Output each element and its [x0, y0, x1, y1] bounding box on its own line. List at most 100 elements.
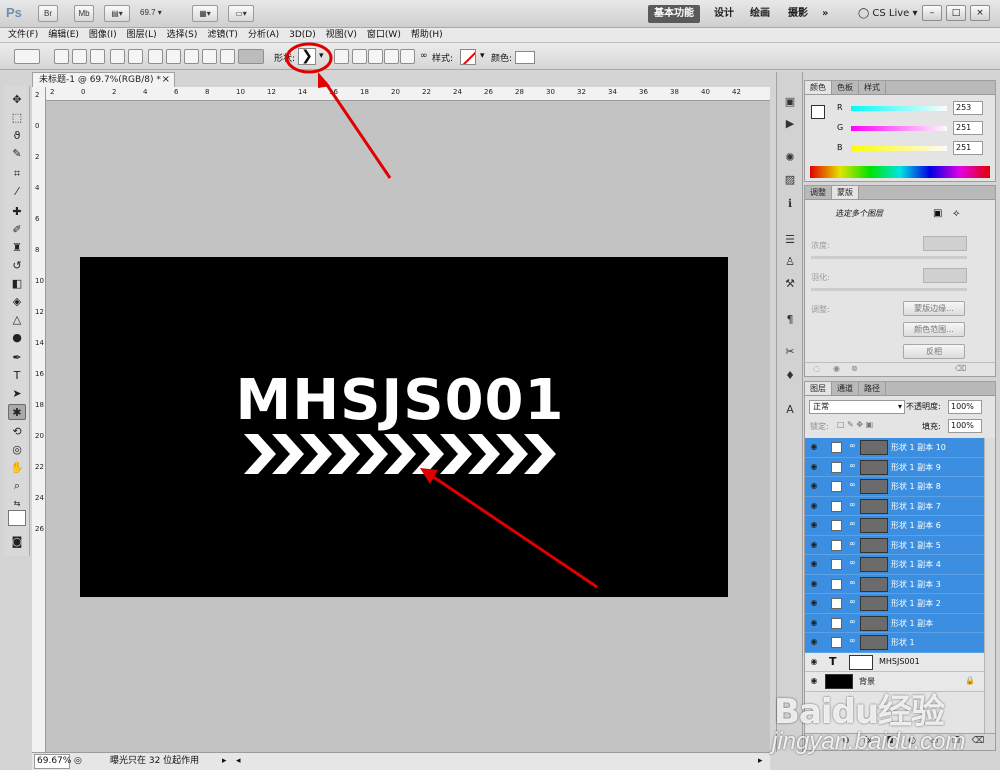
- healing-brush-icon[interactable]: ✚: [8, 204, 26, 220]
- new-layer-mode-icon[interactable]: [334, 49, 349, 64]
- fill-pixels-mode-icon[interactable]: [90, 49, 105, 64]
- tab-styles[interactable]: 样式: [859, 81, 886, 94]
- invert-button[interactable]: 反相: [903, 344, 965, 359]
- load-selection-icon[interactable]: ◌: [813, 364, 820, 373]
- visibility-eye-icon[interactable]: ◉: [807, 618, 821, 629]
- character-panel-icon[interactable]: A: [781, 402, 799, 418]
- actions-panel-icon[interactable]: ▶: [781, 116, 799, 132]
- status-zoom-field[interactable]: 69.67%: [34, 754, 71, 769]
- canvas-text-layer[interactable]: MHSJS001: [80, 368, 728, 433]
- tab-masks[interactable]: 蒙版: [832, 186, 859, 199]
- style-dropdown-icon[interactable]: ▾: [480, 51, 485, 61]
- shape-picker-dropdown-icon[interactable]: ▾: [319, 51, 324, 61]
- shape-fill-thumbnail[interactable]: [831, 598, 842, 609]
- layer-row[interactable]: ◉ ∞ 形状 1 副本 8: [805, 477, 984, 497]
- tab-layers[interactable]: 图层: [805, 382, 832, 395]
- document-tab[interactable]: 未标题-1 @ 69.7%(RGB/8) * ×: [32, 72, 175, 87]
- density-field[interactable]: [923, 236, 967, 251]
- menu-help[interactable]: 帮助(H): [406, 28, 448, 43]
- pen-tool-icon-sidebar[interactable]: ✒: [8, 350, 26, 366]
- intersect-area-icon[interactable]: [384, 49, 399, 64]
- info-panel-icon[interactable]: ℹ: [781, 196, 799, 212]
- 3d-rotate-icon[interactable]: ⟲: [8, 424, 26, 440]
- menu-filter[interactable]: 滤镜(T): [202, 28, 243, 43]
- layer-row[interactable]: ◉ ∞ 形状 1 副本 9: [805, 457, 984, 477]
- dodge-tool-icon[interactable]: ●: [8, 330, 26, 346]
- visibility-eye-icon[interactable]: ◉: [807, 579, 821, 590]
- add-to-area-icon[interactable]: [352, 49, 367, 64]
- feather-field[interactable]: [923, 268, 967, 283]
- stamp-panel-icon[interactable]: ♙: [781, 254, 799, 270]
- close-window-button[interactable]: ×: [970, 5, 990, 21]
- minimize-button[interactable]: –: [922, 5, 942, 21]
- menu-edit[interactable]: 编辑(E): [43, 28, 84, 43]
- color-swatch[interactable]: [515, 51, 535, 64]
- menu-view[interactable]: 视图(V): [321, 28, 362, 43]
- visibility-eye-icon[interactable]: ◉: [807, 598, 821, 609]
- visibility-eye-icon[interactable]: ◉: [807, 540, 821, 551]
- layer-row[interactable]: ◉ ∞ 形状 1 副本 7: [805, 496, 984, 516]
- shape-picker-chevron-icon[interactable]: ❯: [298, 48, 316, 65]
- shape-fill-thumbnail[interactable]: [831, 539, 842, 551]
- color-spectrum-bar[interactable]: [810, 166, 990, 178]
- visibility-eye-icon[interactable]: ◉: [807, 481, 821, 492]
- custom-shape-icon[interactable]: ✱: [8, 404, 26, 420]
- layer-row[interactable]: ◉ ∞ 形状 1 副本 2: [805, 594, 984, 614]
- shape-fill-thumbnail[interactable]: [831, 617, 842, 629]
- workspace-painting[interactable]: 绘画: [744, 5, 776, 23]
- fill-field[interactable]: 100%: [948, 419, 982, 433]
- history-panel-icon[interactable]: ▣: [781, 94, 799, 110]
- layer-row[interactable]: ◉ T MHSJS001: [805, 652, 984, 672]
- visibility-eye-icon[interactable]: ◉: [807, 559, 821, 570]
- foreground-color-swatch[interactable]: [8, 510, 26, 526]
- tools-panel-icon[interactable]: ✂: [781, 344, 799, 360]
- layer-row[interactable]: ◉ ∞ 形状 1 副本: [805, 613, 984, 633]
- workspace-design[interactable]: 设计: [708, 5, 740, 23]
- mini-bridge-button[interactable]: Mb: [74, 5, 94, 22]
- workspace-essentials[interactable]: 基本功能: [648, 5, 700, 23]
- vector-mask-icon[interactable]: ⟡: [953, 208, 960, 219]
- styles-panel-icon[interactable]: ♦: [781, 368, 799, 384]
- brushes-panel-icon[interactable]: ✺: [781, 150, 799, 166]
- 3d-orbit-icon[interactable]: ◎: [8, 442, 26, 458]
- workspace-photography[interactable]: 摄影: [782, 5, 814, 23]
- shape-fill-thumbnail[interactable]: [831, 520, 842, 531]
- tab-adjustments[interactable]: 调整: [805, 186, 832, 199]
- blur-tool-icon[interactable]: △: [8, 312, 26, 328]
- color-range-button[interactable]: 颜色范围...: [903, 322, 965, 337]
- layer-row[interactable]: ◉ ∞ 形状 1 副本 4: [805, 555, 984, 575]
- move-tool-icon[interactable]: ✥: [8, 92, 26, 108]
- paint-bucket-icon[interactable]: ◈: [8, 294, 26, 310]
- document-canvas[interactable]: MHSJS001: [80, 257, 728, 597]
- shape-fill-thumbnail[interactable]: [831, 461, 842, 473]
- tab-color[interactable]: 颜色: [805, 81, 832, 94]
- arrange-documents-button[interactable]: ▦▾: [192, 5, 218, 22]
- visibility-eye-icon[interactable]: ◉: [807, 501, 821, 512]
- density-slider[interactable]: [811, 256, 967, 259]
- exclude-overlap-icon[interactable]: [400, 49, 415, 64]
- visibility-eye-icon[interactable]: ◉: [807, 657, 821, 668]
- zoom-level-select[interactable]: 69.7 ▾: [140, 5, 180, 22]
- type-tool-icon[interactable]: T: [8, 368, 26, 384]
- style-swatch[interactable]: [460, 49, 476, 65]
- shape-fill-thumbnail[interactable]: [831, 578, 842, 590]
- crop-tool-icon[interactable]: ⌗: [8, 166, 26, 182]
- shape-fill-thumbnail[interactable]: [831, 500, 842, 512]
- layer-row[interactable]: ◉ ∞ 形状 1 副本 10: [805, 438, 984, 458]
- menu-3d[interactable]: 3D(D): [284, 28, 321, 43]
- layer-row[interactable]: ◉ ∞ 形状 1 副本 5: [805, 535, 984, 555]
- tool-presets-icon[interactable]: ⚒: [781, 276, 799, 292]
- chevron-shape[interactable]: [524, 434, 558, 474]
- eyedropper-tool-icon[interactable]: ⁄: [8, 184, 26, 200]
- menu-image[interactable]: 图像(I): [84, 28, 122, 43]
- disable-mask-icon[interactable]: ⊗: [851, 364, 858, 373]
- custom-shape-tool-icon[interactable]: [238, 49, 264, 64]
- menu-select[interactable]: 选择(S): [162, 28, 203, 43]
- marquee-tool-icon[interactable]: ⬚: [8, 110, 26, 126]
- shape-fill-thumbnail[interactable]: [831, 442, 842, 453]
- clone-stamp-icon[interactable]: ♜: [8, 240, 26, 256]
- blue-slider[interactable]: [851, 146, 947, 151]
- status-info-icon[interactable]: ◎: [74, 753, 82, 769]
- lasso-tool-icon[interactable]: ϑ: [8, 128, 26, 144]
- link-icon[interactable]: ∞: [420, 51, 428, 61]
